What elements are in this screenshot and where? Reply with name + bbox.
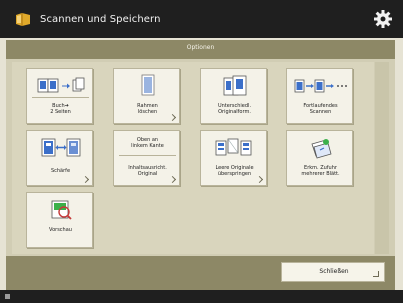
option-different-size-originals[interactable]: Unterschiedl. Originalform. — [200, 68, 267, 124]
close-button[interactable]: Schließen — [281, 262, 385, 282]
tile-label: Leere Originale überspringen — [215, 165, 254, 178]
options-label: Optionen — [186, 44, 215, 51]
folder-icon — [16, 13, 30, 26]
option-sharpness[interactable]: Schärfe — [26, 130, 93, 186]
status-icon — [5, 294, 10, 299]
tile-top-label: Oben an linkem Kante — [131, 137, 164, 150]
tile-divider — [32, 97, 89, 98]
preview-icon — [27, 197, 94, 223]
option-job-build[interactable]: Fortlaufendes Scannen — [286, 68, 353, 124]
gear-icon[interactable] — [373, 9, 393, 29]
job-build-icon — [287, 73, 354, 99]
book-to-two-pages-icon — [27, 73, 94, 99]
sharpness-icon — [27, 135, 94, 161]
option-book-to-two-pages[interactable]: Buch➔ 2 Seiten — [26, 68, 93, 124]
double-feed-detect-icon — [287, 135, 354, 161]
skip-blank-originals-icon — [201, 135, 268, 161]
enter-indicator — [373, 271, 379, 277]
header-bar: Scannen und Speichern — [0, 0, 403, 38]
tile-label: Buch➔ 2 Seiten — [50, 103, 71, 116]
option-erase-frame[interactable]: Rahmen löschen — [113, 68, 180, 124]
different-size-originals-icon — [201, 73, 268, 99]
tile-label: Fortlaufendes Scannen — [303, 103, 338, 116]
option-skip-blank-originals[interactable]: Leere Originale überspringen — [200, 130, 267, 186]
page-title: Scannen und Speichern — [40, 13, 161, 25]
expand-indicator — [81, 175, 90, 184]
tile-label: Inhaltsausricht. Original — [128, 165, 167, 178]
tile-label: Unterschiedl. Originalform. — [217, 103, 252, 116]
status-bar — [0, 290, 403, 303]
tile-label: Schärfe — [50, 168, 71, 174]
option-preview[interactable]: Vorschau — [26, 192, 93, 248]
scroll-area — [375, 62, 389, 254]
option-double-feed-detect[interactable]: Erkm. Zufuhr mehrerer Blätt. — [286, 130, 353, 186]
tile-label: Erkm. Zufuhr mehrerer Blätt. — [301, 165, 340, 178]
erase-frame-icon — [114, 73, 181, 99]
tile-label: Vorschau — [49, 227, 72, 233]
tile-divider — [119, 155, 176, 156]
tile-label: Rahmen löschen — [137, 103, 158, 116]
option-original-orientation[interactable]: Oben an linkem Kante Inhaltsausricht. Or… — [113, 130, 180, 186]
close-button-label: Schließen — [319, 268, 349, 275]
options-header: Optionen — [6, 40, 395, 59]
